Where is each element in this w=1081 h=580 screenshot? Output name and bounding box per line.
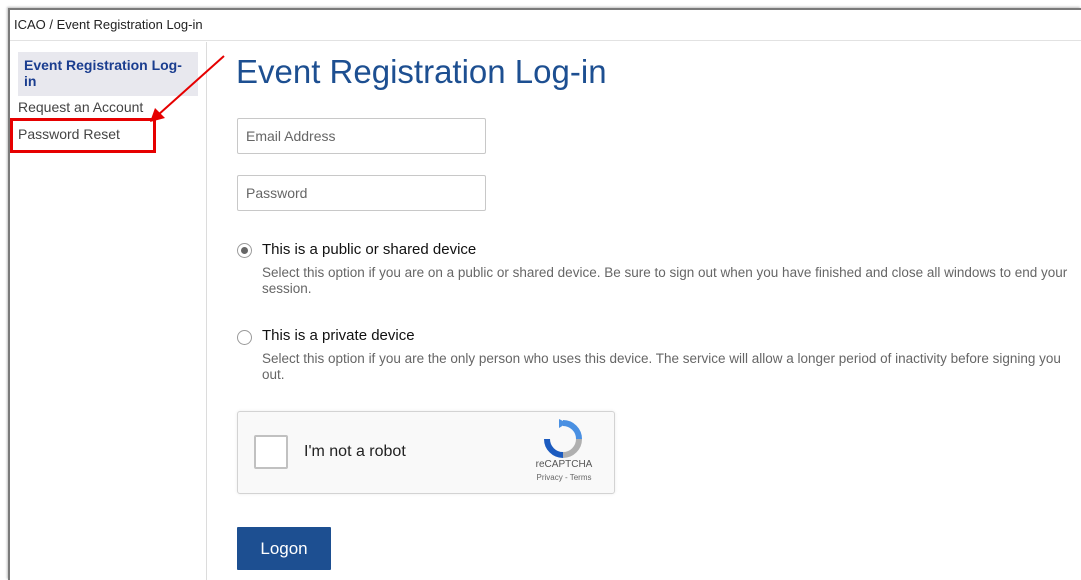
email-input[interactable] <box>237 118 486 154</box>
recaptcha-label: I'm not a robot <box>304 443 406 460</box>
public-device-description: Select this option if you are on a publi… <box>262 265 1068 296</box>
private-device-description: Select this option if you are the only p… <box>262 351 1061 382</box>
sidebar-item-event-registration-login[interactable]: Event Registration Log-in <box>18 52 198 96</box>
public-device-radio[interactable] <box>237 243 252 258</box>
recaptcha-brand: reCAPTCHA <box>535 459 593 470</box>
breadcrumb: ICAO / Event Registration Log-in <box>14 17 203 32</box>
recaptcha-checkbox[interactable] <box>254 435 288 469</box>
sidebar: Event Registration Log-in Request an Acc… <box>10 42 207 580</box>
recaptcha-widget: I'm not a robot reCAPTCHA Privacy - Term… <box>237 411 615 494</box>
password-input[interactable] <box>237 175 486 211</box>
logon-button[interactable]: Logon <box>237 527 331 570</box>
private-device-label: This is a private device <box>262 327 415 344</box>
recaptcha-terms-link[interactable]: Privacy - Terms <box>522 473 606 482</box>
private-device-radio[interactable] <box>237 330 252 345</box>
breadcrumb-divider <box>10 40 1081 41</box>
annotation-highlight-box <box>10 118 156 153</box>
recaptcha-logo-icon <box>544 419 582 458</box>
page-title: Event Registration Log-in <box>236 53 607 90</box>
sidebar-item-request-account[interactable]: Request an Account <box>18 99 168 115</box>
public-device-label: This is a public or shared device <box>262 241 477 258</box>
